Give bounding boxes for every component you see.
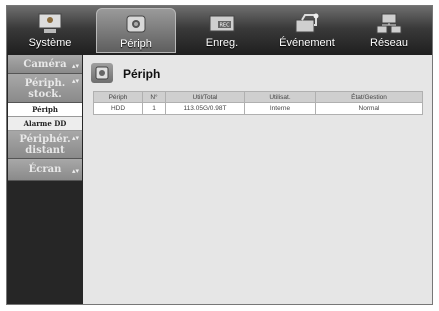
table-row[interactable]: HDD 1 113.05G/0.98T Interne Normal	[93, 102, 423, 115]
svg-text:REC: REC	[219, 23, 230, 29]
sidebar-item-camera[interactable]: Caméra ▴▾	[8, 55, 82, 74]
app-window: Système Périph REC Enreg. Événement Rése…	[6, 5, 433, 305]
column-header-number: N°	[142, 91, 166, 103]
column-header-usage: Utilisat.	[244, 91, 316, 103]
cell-state: Normal	[315, 102, 423, 115]
tab-label: Réseau	[370, 37, 408, 49]
sidebar-item-ecran[interactable]: Écran ▴▾	[8, 159, 82, 181]
cell-periph: HDD	[93, 102, 143, 115]
sidebar-subitem-alarme-dd[interactable]: Alarme DD	[8, 117, 82, 131]
sidebar: Caméra ▴▾ Périph. stock. ▴▾ Périph Alarm…	[7, 55, 83, 304]
periph-camera-icon	[91, 63, 113, 83]
sidebar-subitem-label: Périph	[32, 105, 58, 114]
tab-periph[interactable]: Périph	[96, 8, 176, 53]
sidebar-item-label-line2: distant	[25, 145, 65, 156]
tab-label: Système	[28, 37, 72, 49]
sidebar-item-peripher-distant[interactable]: Périphér. distant ▴▾	[8, 131, 82, 159]
cell-number: 1	[142, 102, 166, 115]
tab-enreg[interactable]: REC Enreg.	[182, 8, 262, 53]
sort-arrows-icon: ▴▾	[71, 133, 79, 142]
top-menu-bar: Système Périph REC Enreg. Événement Rése…	[7, 6, 432, 55]
sidebar-item-label-line2: stock.	[28, 89, 62, 100]
column-header-periph: Périph	[93, 91, 143, 103]
tab-label: Enreg.	[205, 37, 239, 49]
table-header-row: Périph N° Util/Total Utilisat. État/Gest…	[93, 91, 423, 103]
main-content: Périph Périph N° Util/Total Utilisat. Ét…	[83, 55, 432, 304]
sidebar-item-label: Caméra	[23, 59, 67, 70]
camera-icon	[126, 15, 146, 33]
tab-label: Périph	[120, 38, 152, 50]
monitor-icon	[38, 13, 62, 33]
column-header-state: État/Gestion	[315, 91, 423, 103]
sidebar-item-label-line1: Périph.	[24, 78, 66, 89]
sort-arrows-icon: ▴▾	[71, 61, 79, 70]
sidebar-item-label: Écran	[28, 164, 62, 175]
rec-icon: REC	[209, 15, 235, 32]
sidebar-item-periph-stock[interactable]: Périph. stock. ▴▾	[8, 74, 82, 103]
sort-arrows-icon: ▴▾	[71, 76, 79, 85]
network-icon	[376, 13, 402, 34]
column-header-usage-total: Util/Total	[165, 91, 245, 103]
tab-systeme[interactable]: Système	[10, 8, 90, 53]
event-icon	[295, 13, 319, 33]
sidebar-item-label-line1: Périphér.	[19, 134, 71, 145]
device-table: Périph N° Util/Total Utilisat. État/Gest…	[93, 91, 423, 115]
sort-arrows-icon: ▴▾	[71, 166, 79, 175]
tab-evenement[interactable]: Événement	[267, 8, 347, 53]
cell-usage-total: 113.05G/0.98T	[165, 102, 245, 115]
page-title: Périph	[123, 67, 161, 81]
tab-reseau[interactable]: Réseau	[349, 8, 429, 53]
cell-usage: Interne	[244, 102, 316, 115]
sidebar-subitem-label: Alarme DD	[23, 119, 67, 128]
tab-label: Événement	[279, 37, 335, 49]
sidebar-subitem-periph[interactable]: Périph	[8, 103, 82, 117]
